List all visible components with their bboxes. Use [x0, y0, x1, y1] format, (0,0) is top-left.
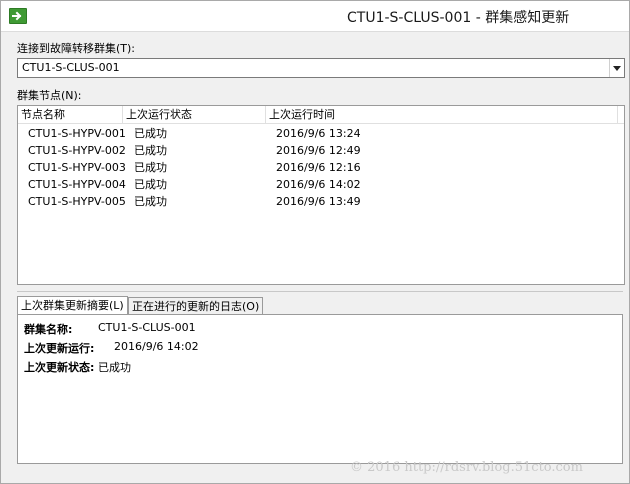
summary-panel: 群集名称: CTU1-S-CLUS-001 上次更新运行: 2016/9/6 1…	[17, 314, 623, 464]
node-name-cell: CTU1-S-HYPV-003	[28, 161, 126, 174]
time-cell: 2016/9/6 13:24	[276, 127, 361, 140]
list-header: 节点名称 上次运行状态 上次运行时间	[18, 106, 624, 124]
chevron-down-icon[interactable]	[609, 59, 624, 77]
tab-update-log[interactable]: 正在进行的更新的日志(O)	[128, 297, 264, 314]
table-row[interactable]: CTU1-S-HYPV-003 已成功 2016/9/6 12:16	[18, 159, 624, 176]
table-row[interactable]: CTU1-S-HYPV-001 已成功 2016/9/6 13:24	[18, 125, 624, 142]
cluster-name-value: CTU1-S-CLUS-001	[98, 321, 196, 334]
time-cell: 2016/9/6 12:16	[276, 161, 361, 174]
node-name-cell: CTU1-S-HYPV-005	[28, 195, 126, 208]
time-cell: 2016/9/6 12:49	[276, 144, 361, 157]
cluster-nodes-list[interactable]: 节点名称 上次运行状态 上次运行时间 CTU1-S-HYPV-001 已成功 2…	[17, 105, 625, 285]
column-header-last-run-time[interactable]: 上次运行时间	[266, 106, 618, 123]
column-header-last-run-status[interactable]: 上次运行状态	[123, 106, 266, 123]
status-cell: 已成功	[134, 161, 167, 174]
time-cell: 2016/9/6 13:49	[276, 195, 361, 208]
status-cell: 已成功	[134, 178, 167, 191]
table-row[interactable]: CTU1-S-HYPV-002 已成功 2016/9/6 12:49	[18, 142, 624, 159]
node-name-cell: CTU1-S-HYPV-004	[28, 178, 126, 191]
connect-label: 连接到故障转移群集(T):	[17, 42, 136, 55]
table-row[interactable]: CTU1-S-HYPV-004 已成功 2016/9/6 14:02	[18, 176, 624, 193]
last-run-label: 上次更新运行:	[24, 342, 95, 355]
green-arrow-icon	[9, 8, 27, 24]
time-cell: 2016/9/6 14:02	[276, 178, 361, 191]
column-header-node-name[interactable]: 节点名称	[18, 106, 123, 123]
node-name-cell: CTU1-S-HYPV-001	[28, 127, 126, 140]
cluster-select[interactable]: CTU1-S-CLUS-001	[17, 58, 625, 78]
nodes-label: 群集节点(N):	[17, 89, 82, 102]
status-cell: 已成功	[134, 144, 167, 157]
panel-splitter[interactable]	[17, 291, 623, 292]
tab-last-update-summary[interactable]: 上次群集更新摘要(L)	[17, 296, 128, 314]
node-name-cell: CTU1-S-HYPV-002	[28, 144, 126, 157]
last-status-label: 上次更新状态:	[24, 361, 95, 374]
last-run-value: 2016/9/6 14:02	[114, 340, 199, 353]
title-bar[interactable]: CTU1-S-CLUS-001 - 群集感知更新	[1, 1, 629, 32]
watermark: © 2016 http://rdsrv.blog.51cto.com	[350, 460, 583, 475]
cau-window: CTU1-S-CLUS-001 - 群集感知更新 连接到故障转移群集(T): C…	[0, 0, 630, 484]
status-cell: 已成功	[134, 195, 167, 208]
cluster-name-label: 群集名称:	[24, 323, 73, 336]
window-title: CTU1-S-CLUS-001 - 群集感知更新	[347, 10, 570, 26]
cluster-select-value: CTU1-S-CLUS-001	[22, 61, 120, 74]
status-cell: 已成功	[134, 127, 167, 140]
last-status-value: 已成功	[98, 361, 131, 374]
table-row[interactable]: CTU1-S-HYPV-005 已成功 2016/9/6 13:49	[18, 193, 624, 210]
